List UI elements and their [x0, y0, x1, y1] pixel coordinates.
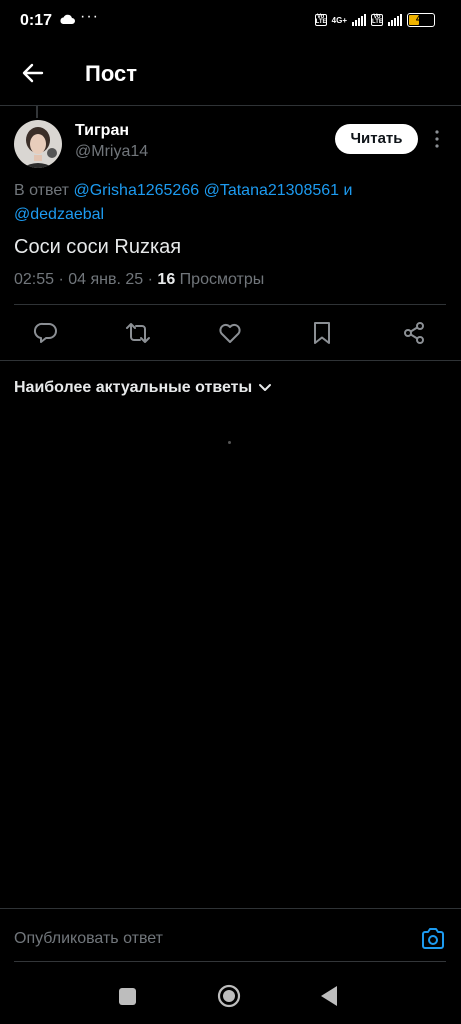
tweet-date: 04 янв. 25 — [68, 271, 144, 288]
chevron-down-icon — [259, 384, 272, 391]
tweet-text: Соси соси Ruzкая — [14, 236, 182, 258]
replies-sort-label: Наиболее актуальные ответы — [14, 379, 253, 396]
cloud-icon — [60, 14, 75, 24]
tweet-actions — [0, 310, 461, 358]
tweet-time: 02:55 — [14, 271, 55, 288]
back-arrow-icon[interactable] — [18, 58, 48, 88]
reply-input-underline — [14, 961, 446, 962]
mention-conjunction: и — [343, 182, 353, 199]
more-options-icon[interactable] — [430, 128, 444, 150]
header-divider — [0, 105, 461, 106]
loading-indicator — [228, 441, 231, 444]
mention-link[interactable]: @Grisha1265266 — [73, 182, 199, 199]
author-name[interactable]: Тигран — [75, 122, 129, 140]
volte-icon-2: Vo LTE — [371, 14, 383, 26]
page-title: Пост — [85, 61, 137, 86]
signal-icon — [352, 14, 366, 26]
views-label[interactable]: Просмотры — [180, 271, 265, 288]
signal-icon-2 — [388, 14, 402, 26]
avatar-image — [14, 120, 62, 168]
reply-context: В ответ @Grisha1265266 @Tatana21308561 и… — [14, 179, 444, 227]
actions-divider — [0, 360, 461, 361]
camera-icon[interactable] — [420, 926, 446, 952]
battery-icon: 42 — [407, 13, 435, 27]
follow-button[interactable]: Читать — [335, 124, 418, 154]
tweet-meta: 02:55 · 04 янв. 25 · 16 Просмотры — [14, 271, 265, 288]
mention-link[interactable]: @dedzaebal — [14, 206, 104, 223]
reply-prefix: В ответ — [14, 182, 70, 199]
author-handle[interactable]: @Mriya14 — [75, 143, 148, 161]
bookmark-icon[interactable] — [309, 320, 335, 346]
meta-divider — [14, 304, 446, 305]
screen: 0:17 ··· Vo LTE 4G+ Vo LTE 42 Пост Тигра… — [0, 0, 461, 1024]
battery-level: 42 — [415, 14, 426, 24]
recent-apps-icon[interactable] — [119, 988, 136, 1005]
avatar[interactable] — [14, 120, 62, 168]
share-icon[interactable] — [401, 320, 427, 346]
status-indicators: Vo LTE 4G+ Vo LTE 42 — [314, 12, 435, 28]
mention-link[interactable]: @Tatana21308561 — [204, 182, 339, 199]
status-more-dots: ··· — [80, 8, 99, 25]
nav-back-icon[interactable] — [319, 985, 339, 1007]
reply-icon[interactable] — [33, 320, 59, 346]
reply-input[interactable]: Опубликовать ответ — [14, 930, 163, 948]
retweet-icon[interactable] — [125, 320, 151, 346]
composer-divider — [0, 908, 461, 909]
status-time: 0:17 — [20, 12, 53, 29]
views-count[interactable]: 16 — [157, 271, 175, 288]
network-type: 4G+ — [331, 15, 347, 25]
volte-icon: Vo LTE — [314, 14, 327, 26]
like-icon[interactable] — [217, 320, 243, 346]
thread-line — [36, 106, 38, 118]
home-icon[interactable] — [217, 984, 241, 1008]
replies-sort-dropdown[interactable]: Наиболее актуальные ответы — [14, 379, 272, 397]
